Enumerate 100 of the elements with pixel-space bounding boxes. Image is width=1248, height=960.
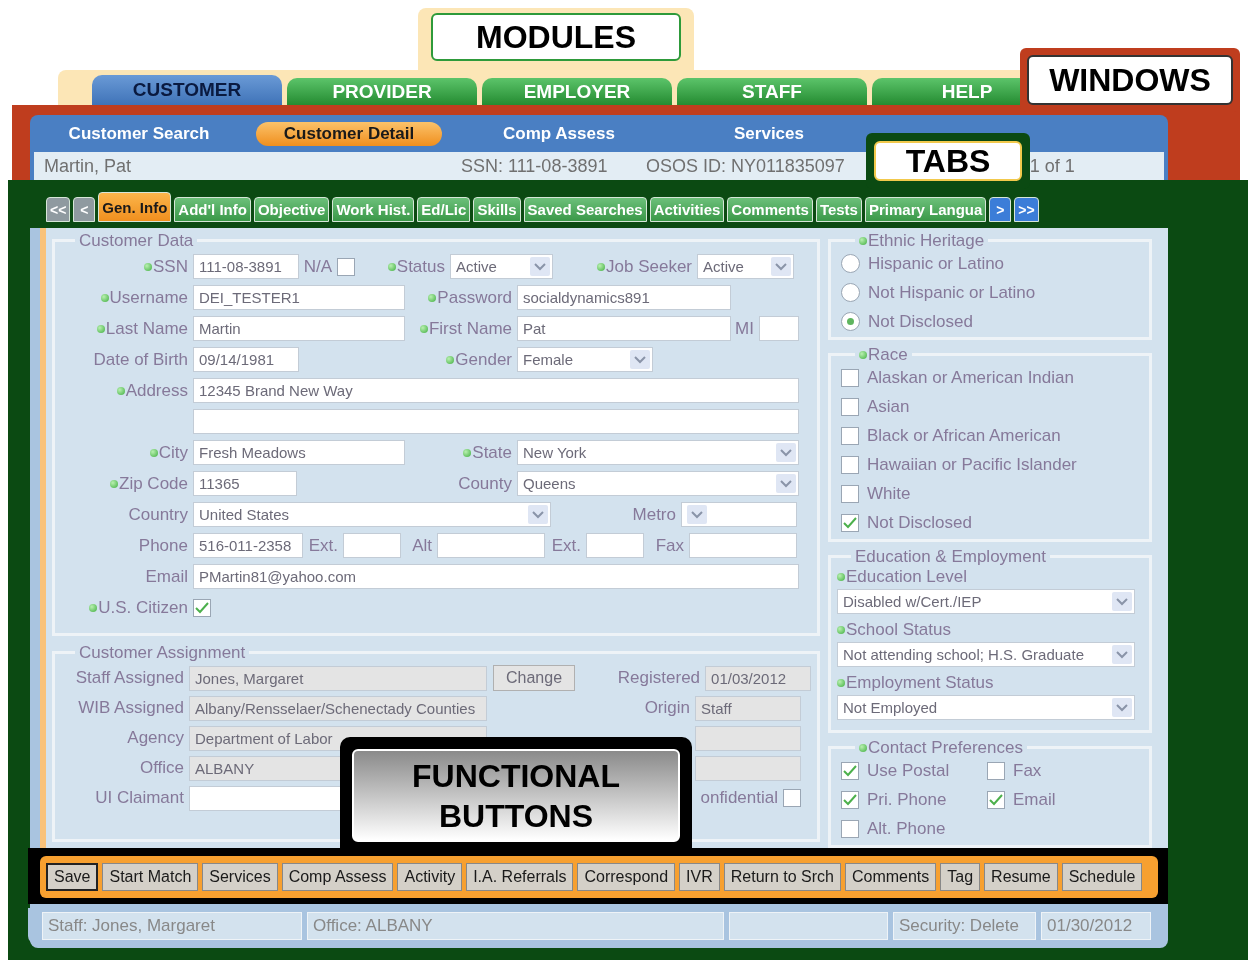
text-field[interactable]	[586, 533, 644, 558]
toolbar-button[interactable]: Services	[202, 863, 278, 891]
checkbox[interactable]	[783, 789, 801, 807]
checkbox[interactable]	[987, 790, 1005, 809]
customer-name: Martin, Pat	[44, 155, 133, 177]
page-tab[interactable]: Add'l Info	[174, 197, 251, 222]
dropdown[interactable]: Queens	[517, 471, 799, 496]
field-label: Metro	[632, 504, 676, 525]
chevron-down-icon	[1112, 698, 1132, 717]
dropdown[interactable]: Not Employed	[837, 695, 1135, 720]
dropdown[interactable]: Not attending school; H.S. Graduate	[837, 642, 1135, 667]
text-field[interactable]: 09/14/1981	[193, 347, 299, 372]
radio-button[interactable]	[841, 283, 860, 302]
text-field[interactable]: Fresh Meadows	[193, 440, 405, 465]
window-tab[interactable]: Customer Search	[40, 121, 238, 146]
toolbar-button[interactable]: Tag	[940, 863, 981, 891]
page-tab[interactable]: Primary Langua	[864, 197, 987, 222]
window-tab[interactable]: Services	[706, 121, 832, 146]
module-tab[interactable]: PROVIDER	[287, 78, 477, 105]
toolbar-button[interactable]: Save	[46, 863, 99, 891]
dropdown[interactable]	[681, 502, 797, 527]
osos-id-text: OSOS ID: NY011835097	[646, 155, 845, 177]
field-label: School Status	[846, 620, 951, 640]
field-label: County	[458, 473, 512, 494]
text-field[interactable]: socialdynamics891	[517, 285, 731, 310]
text-field[interactable]: PMartin81@yahoo.com	[193, 564, 799, 589]
toolbar-button[interactable]: Resume	[984, 863, 1058, 891]
toolbar-button[interactable]: Activity	[397, 863, 463, 891]
checkbox[interactable]	[841, 397, 859, 416]
text-field[interactable]	[437, 533, 545, 558]
page-tab[interactable]: Work Hist.	[332, 197, 415, 222]
dropdown[interactable]: Female	[517, 347, 653, 372]
page-tab[interactable]: Objective	[253, 197, 330, 222]
dropdown[interactable]: Active	[697, 254, 794, 279]
section-title: Customer Data	[79, 232, 194, 249]
field-label: onfidential	[700, 788, 778, 808]
text-field[interactable]: Martin	[193, 316, 405, 341]
scroll-tab-button[interactable]: >	[989, 197, 1012, 222]
checkbox[interactable]	[841, 761, 859, 780]
checkbox[interactable]	[841, 484, 859, 503]
dropdown[interactable]: United States	[193, 502, 551, 527]
scroll-tab-button[interactable]: >>	[1014, 197, 1039, 222]
record-position: 1 of 1	[1029, 155, 1076, 177]
checkbox[interactable]	[841, 368, 859, 387]
toolbar-button[interactable]: Comments	[844, 863, 937, 891]
option-label: White	[867, 483, 911, 504]
text-field[interactable]: 12345 Brand New Way	[193, 378, 799, 403]
page-tab[interactable]: Tests	[815, 197, 862, 222]
toolbar-button[interactable]: Schedule	[1061, 863, 1143, 891]
checkbox[interactable]	[841, 513, 859, 532]
text-field[interactable]: Pat	[517, 316, 731, 341]
toolbar-button[interactable]: Start Match	[102, 863, 199, 891]
module-tab[interactable]: EMPLOYER	[482, 78, 672, 105]
toolbar-button[interactable]: I.A. Referrals	[466, 863, 574, 891]
check-icon	[843, 764, 857, 777]
text-field[interactable]: 516-011-2358	[193, 533, 303, 558]
checkbox[interactable]	[841, 819, 859, 838]
checkbox[interactable]	[841, 455, 859, 474]
window-tab[interactable]: Customer Detail	[255, 121, 443, 146]
text-field[interactable]	[689, 533, 797, 558]
page-tab[interactable]: Ed/Lic	[417, 197, 471, 222]
text-field[interactable]	[759, 316, 799, 341]
toolbar-button[interactable]: IVR	[679, 863, 720, 891]
field-label: Gender	[455, 349, 512, 370]
page-tab[interactable]: Comments	[727, 197, 813, 222]
text-field[interactable]	[193, 409, 799, 434]
page-tab[interactable]: Saved Searches	[523, 197, 647, 222]
field-label: MI	[735, 318, 754, 339]
field-label: SSN	[153, 256, 188, 277]
checkbox[interactable]	[193, 598, 211, 617]
module-tab[interactable]: CUSTOMER	[92, 75, 282, 105]
check-icon	[843, 516, 857, 529]
checkbox[interactable]	[841, 426, 859, 445]
dropdown[interactable]: New York	[517, 440, 799, 465]
module-tab[interactable]: STAFF	[677, 78, 867, 105]
checkbox[interactable]	[987, 761, 1005, 780]
toolbar-button[interactable]: Comp Assess	[281, 863, 394, 891]
text-field[interactable]	[343, 533, 401, 558]
window-tab[interactable]: Comp Assess	[475, 121, 643, 146]
toolbar-button[interactable]: Return to Srch	[723, 863, 841, 891]
dropdown[interactable]: Disabled w/Cert./IEP	[837, 589, 1135, 614]
dropdown[interactable]: Active	[450, 254, 553, 279]
page-tab[interactable]: Skills	[473, 197, 521, 222]
chevron-down-icon	[776, 474, 796, 493]
page-tab[interactable]: Gen. Info	[98, 192, 172, 222]
radio-button[interactable]	[841, 312, 860, 331]
radio-button[interactable]	[841, 254, 860, 273]
field-label: Email	[145, 566, 188, 587]
tabs-label: TABS	[874, 141, 1022, 181]
checkbox[interactable]	[337, 257, 355, 276]
text-field[interactable]: DEI_TESTER1	[193, 285, 405, 310]
field-label: Origin	[644, 698, 690, 718]
text-field[interactable]: 111-08-3891	[193, 254, 299, 279]
option-label: Asian	[867, 396, 910, 417]
checkbox[interactable]	[841, 790, 859, 809]
toolbar-button[interactable]: Correspond	[577, 863, 676, 891]
option-label: Use Postal	[867, 760, 950, 781]
page-tab[interactable]: Activities	[649, 197, 725, 222]
text-field[interactable]: 11365	[193, 471, 297, 496]
modules-callout: MODULES	[431, 13, 681, 61]
